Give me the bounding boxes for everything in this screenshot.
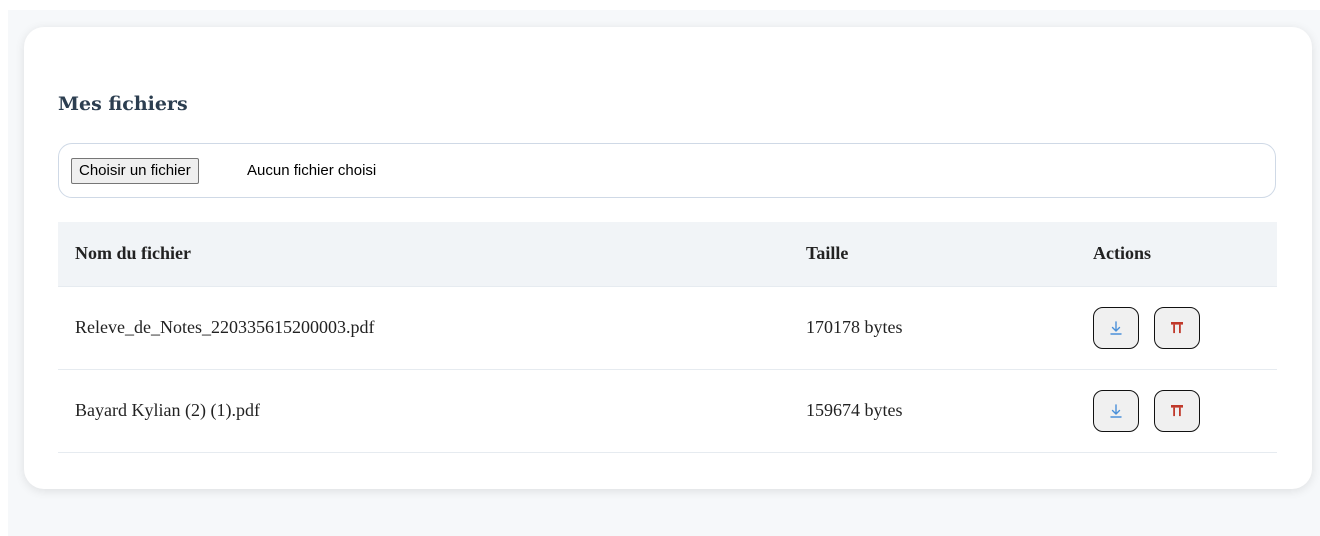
file-name-cell: Releve_de_Notes_220335615200003.pdf xyxy=(58,286,789,370)
column-header-name: Nom du fichier xyxy=(58,222,789,287)
trash-icon xyxy=(1170,404,1183,416)
file-status-text: Aucun fichier choisi xyxy=(247,162,377,179)
actions-cell xyxy=(1076,286,1277,370)
table-row: Releve_de_Notes_220335615200003.pdf 1701… xyxy=(58,286,1277,370)
delete-button[interactable] xyxy=(1153,306,1200,349)
choose-file-button[interactable]: Choisir un fichier xyxy=(71,158,199,184)
page-title: Mes fichiers xyxy=(58,93,188,115)
column-header-actions: Actions xyxy=(1076,222,1277,287)
files-table: Nom du fichier Taille Actions Releve_de_… xyxy=(58,222,1277,453)
file-upload-field[interactable]: Choisir un fichier Aucun fichier choisi xyxy=(58,143,1276,198)
download-icon xyxy=(1110,320,1122,335)
download-button[interactable] xyxy=(1093,389,1139,432)
trash-icon xyxy=(1170,321,1183,333)
table-header-row: Nom du fichier Taille Actions xyxy=(58,222,1277,287)
column-header-size: Taille xyxy=(789,222,1076,287)
file-name-cell: Bayard Kylian (2) (1).pdf xyxy=(58,369,789,453)
download-icon xyxy=(1110,403,1122,418)
download-button[interactable] xyxy=(1093,306,1139,349)
table-row: Bayard Kylian (2) (1).pdf 159674 bytes xyxy=(58,369,1277,453)
actions-cell xyxy=(1076,369,1277,453)
file-size-cell: 159674 bytes xyxy=(789,369,1076,453)
file-size-cell: 170178 bytes xyxy=(789,286,1076,370)
delete-button[interactable] xyxy=(1153,389,1200,432)
